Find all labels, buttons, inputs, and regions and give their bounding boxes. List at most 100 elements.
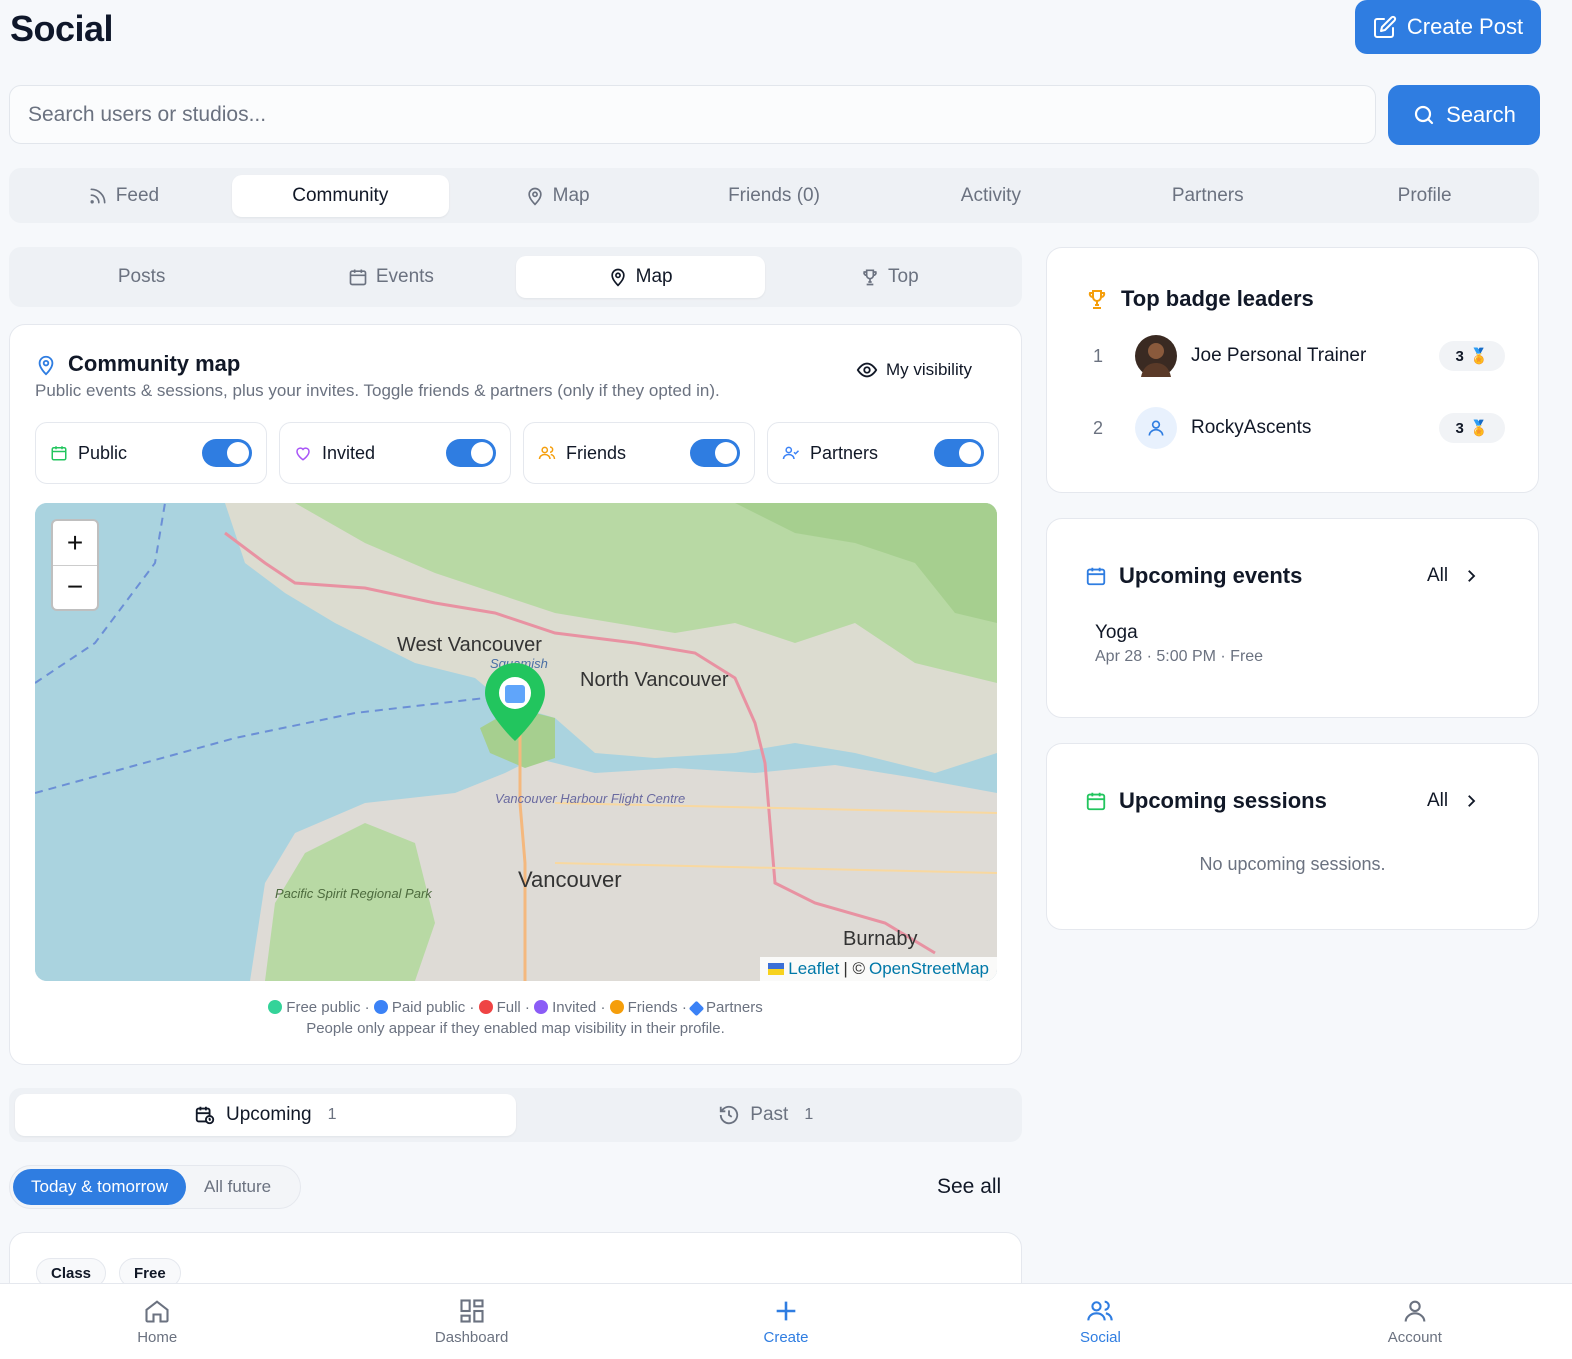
- legend-paid: Paid public: [391, 999, 466, 1016]
- community-map-subtitle: Public events & sessions, plus your invi…: [35, 381, 720, 400]
- chevron-right-icon: [1462, 567, 1480, 585]
- eye-icon: [856, 359, 878, 381]
- tab-past-count: 1: [804, 1106, 814, 1123]
- community-map-title: Community map: [68, 351, 241, 376]
- ukraine-flag-icon: [768, 963, 785, 975]
- tab-community[interactable]: Community: [231, 174, 449, 217]
- tab-map-label: Map: [552, 184, 590, 206]
- map-legend-note: People only appear if they enabled map v…: [306, 1020, 725, 1037]
- nav-account[interactable]: Account: [1258, 1284, 1572, 1359]
- nav-home[interactable]: Home: [0, 1284, 314, 1359]
- tab-map[interactable]: Map: [449, 175, 666, 217]
- leader-name: RockyAscents: [1191, 417, 1312, 438]
- toggle-friends[interactable]: Friends: [523, 422, 755, 484]
- upcoming-event-meta: Apr 28 · 5:00 PM · Free: [1095, 648, 1264, 665]
- see-all-link[interactable]: See all: [937, 1175, 1001, 1199]
- events-all-link[interactable]: All: [1427, 565, 1480, 587]
- bottom-nav: Home Dashboard Create Social Account: [0, 1283, 1572, 1359]
- my-visibility-button[interactable]: My visibility: [856, 359, 972, 381]
- tab-upcoming-label: Upcoming: [226, 1104, 312, 1125]
- legend-partners: Partners: [706, 999, 763, 1016]
- subtab-map[interactable]: Map: [515, 256, 765, 298]
- legend-full: Full: [496, 999, 521, 1016]
- nav-create-label: Create: [763, 1329, 809, 1346]
- search-icon: [1412, 103, 1436, 127]
- partners-switch[interactable]: [934, 439, 984, 467]
- toggle-invited-label: Invited: [322, 442, 376, 463]
- search-input[interactable]: [9, 85, 1376, 144]
- badge-count: 3 🏅: [1439, 413, 1505, 443]
- toggle-invited[interactable]: Invited: [279, 422, 511, 484]
- upcoming-sessions-card: Upcoming sessions All No upcoming sessio…: [1046, 743, 1539, 930]
- tab-feed-label: Feed: [115, 184, 160, 206]
- map-zoom-controls: + −: [51, 519, 99, 611]
- zoom-in-button[interactable]: +: [53, 521, 97, 566]
- subtab-posts-label: Posts: [117, 266, 166, 287]
- subtab-events[interactable]: Events: [266, 256, 515, 298]
- subtab-posts[interactable]: Posts: [17, 256, 266, 298]
- nav-social-label: Social: [1079, 1329, 1121, 1346]
- legend-invited-dot: [534, 1000, 549, 1014]
- toggle-public[interactable]: Public: [35, 422, 267, 484]
- tab-profile[interactable]: Profile: [1316, 175, 1533, 217]
- rss-icon: [88, 186, 108, 206]
- upcoming-events-header: Upcoming events: [1085, 563, 1302, 589]
- subtab-top-label: Top: [888, 266, 919, 287]
- history-icon: [718, 1104, 740, 1126]
- legend-full-dot: [478, 1000, 493, 1014]
- map-view[interactable]: West Vancouver North Vancouver Vancouver…: [35, 503, 997, 981]
- avatar: [1135, 335, 1177, 377]
- nav-dashboard[interactable]: Dashboard: [314, 1284, 628, 1359]
- zoom-out-button[interactable]: −: [53, 566, 97, 610]
- upcoming-event-name[interactable]: Yoga: [1095, 622, 1138, 644]
- leaflet-link[interactable]: Leaflet: [788, 959, 839, 979]
- osm-link[interactable]: OpenStreetMap: [869, 959, 989, 979]
- tab-friends[interactable]: Friends (0): [666, 175, 883, 217]
- heart-icon: [294, 444, 312, 462]
- calendar-clock-icon: [194, 1104, 216, 1126]
- upcoming-sessions-title: Upcoming sessions: [1119, 788, 1327, 813]
- leader-row[interactable]: 1 Joe Personal Trainer 3 🏅: [1085, 334, 1505, 378]
- tab-past[interactable]: Past 1: [516, 1094, 1017, 1136]
- top-badge-leaders-card: Top badge leaders 1 Joe Personal Trainer…: [1046, 247, 1539, 493]
- tab-activity[interactable]: Activity: [882, 175, 1099, 217]
- tab-partners[interactable]: Partners: [1099, 175, 1316, 217]
- home-icon: [143, 1297, 171, 1325]
- subtab-top[interactable]: Top: [765, 256, 1014, 298]
- dashboard-icon: [458, 1297, 486, 1325]
- subtab-events-label: Events: [375, 266, 434, 287]
- map-legend: Free public · Paid public · Full · Invit…: [10, 999, 1021, 1017]
- tab-upcoming[interactable]: Upcoming 1: [15, 1094, 516, 1136]
- leaders-header: Top badge leaders: [1085, 286, 1314, 312]
- invited-switch[interactable]: [446, 439, 496, 467]
- toggle-friends-label: Friends: [566, 442, 627, 463]
- tab-feed[interactable]: Feed: [15, 175, 232, 217]
- search-button[interactable]: Search: [1388, 85, 1540, 145]
- create-post-button[interactable]: Create Post: [1355, 0, 1541, 54]
- my-visibility-label: My visibility: [886, 360, 972, 379]
- public-switch[interactable]: [202, 439, 252, 467]
- map-filter-toggles: Public Invited Friends Partners: [35, 422, 999, 484]
- user-icon: [1401, 1297, 1429, 1325]
- nav-create[interactable]: Create: [629, 1284, 943, 1359]
- sessions-all-link[interactable]: All: [1427, 790, 1480, 812]
- map-label-park: Pacific Spirit Regional Park: [275, 886, 433, 901]
- map-label-vancouver: Vancouver: [518, 867, 622, 892]
- calendar-icon: [1085, 565, 1107, 587]
- segment-today-tomorrow[interactable]: Today & tomorrow: [13, 1169, 186, 1205]
- nav-social[interactable]: Social: [943, 1284, 1257, 1359]
- leader-row[interactable]: 2 RockyAscents 3 🏅: [1085, 406, 1505, 450]
- legend-friends: Friends: [627, 999, 678, 1016]
- nav-home-label: Home: [137, 1329, 178, 1346]
- nav-dashboard-label: Dashboard: [434, 1329, 509, 1346]
- leader-rank: 1: [1093, 345, 1104, 366]
- plus-icon: [772, 1297, 800, 1325]
- toggle-partners[interactable]: Partners: [767, 422, 999, 484]
- toggle-public-label: Public: [78, 442, 128, 463]
- friends-switch[interactable]: [690, 439, 740, 467]
- legend-free: Free public: [286, 999, 361, 1016]
- tab-partners-label: Partners: [1171, 184, 1244, 206]
- search-button-label: Search: [1446, 102, 1516, 127]
- segment-all-future[interactable]: All future: [186, 1169, 289, 1205]
- users-icon: [1086, 1297, 1114, 1325]
